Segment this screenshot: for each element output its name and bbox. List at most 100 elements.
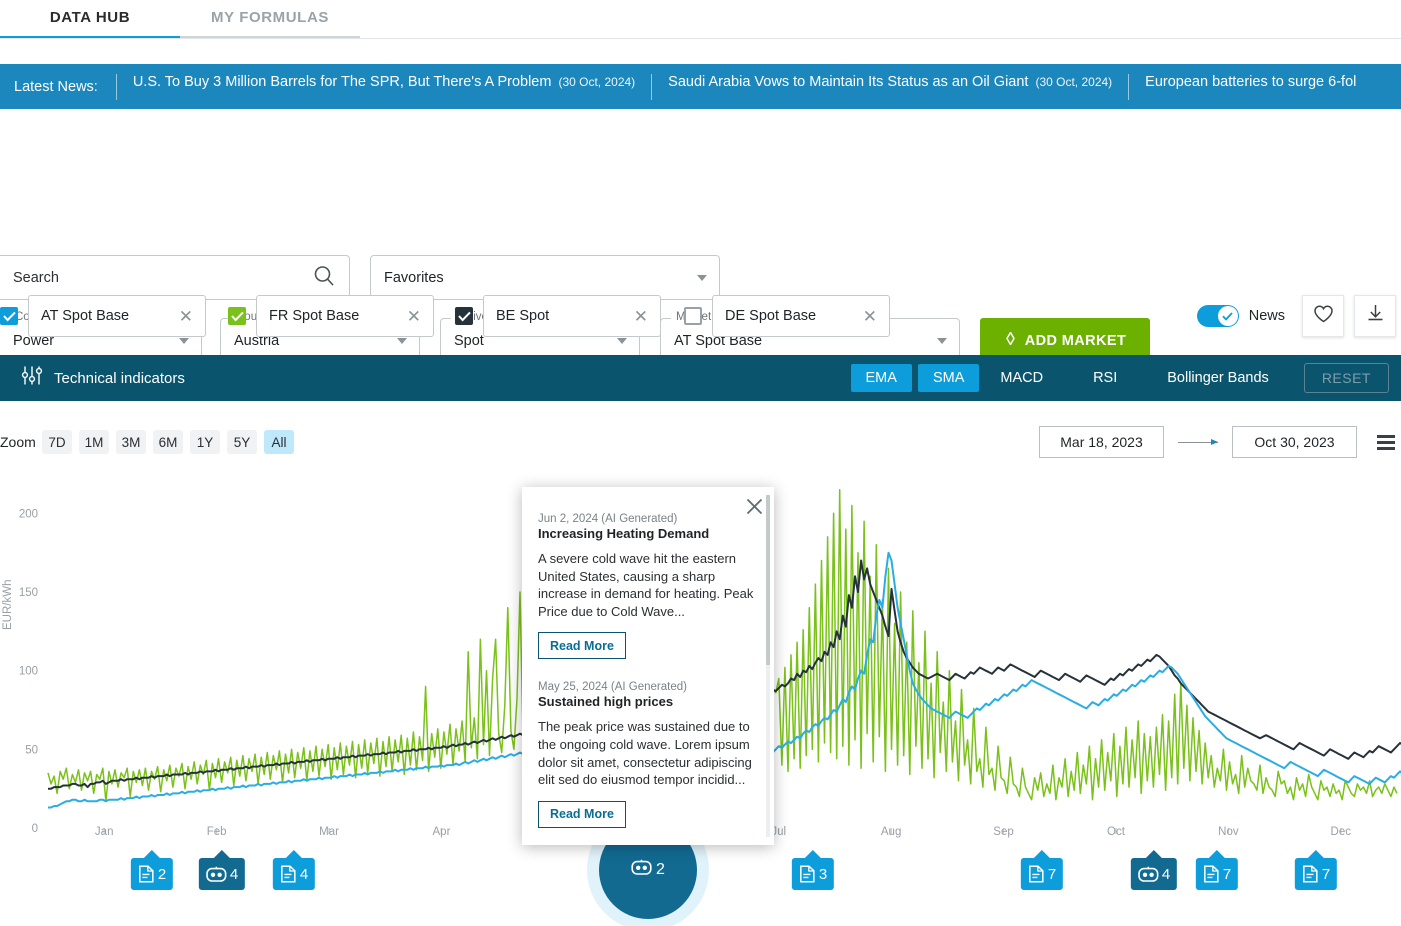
chart-x-tick-label: Aug xyxy=(880,826,902,838)
chip-label: FR Spot Base xyxy=(269,308,360,324)
indicator-ema[interactable]: EMA xyxy=(850,364,912,392)
chart-x-tick-label: Dec xyxy=(1330,826,1352,838)
chip-group-at: AT Spot Base ✕ xyxy=(0,290,206,342)
zoom-all[interactable]: All xyxy=(264,430,294,454)
checkbox-be-spot[interactable] xyxy=(455,307,473,325)
search-placeholder: Search xyxy=(13,269,59,286)
indicator-rsi[interactable]: RSI xyxy=(1078,364,1132,392)
annotation-badge-document[interactable]: 2 xyxy=(130,858,174,890)
news-toggle[interactable] xyxy=(1196,305,1239,327)
ai-robot-icon xyxy=(1138,866,1159,883)
chart-x-tick-label: Feb xyxy=(206,826,227,838)
chart-x-tick-label: Apr xyxy=(432,826,451,838)
news-popup-item: Jun 2, 2024 (AI Generated) Increasing He… xyxy=(538,513,756,660)
document-icon xyxy=(1028,865,1045,883)
reset-indicators-button[interactable]: RESET xyxy=(1303,363,1389,393)
ticker-item-title: U.S. To Buy 3 Million Barrels for The SP… xyxy=(132,73,552,90)
news-item-body: The peak price was sustained due to the … xyxy=(538,719,752,788)
checkbox-at-spot-base[interactable] xyxy=(0,307,18,325)
favorites-value: Favorites xyxy=(384,269,444,286)
menu-line xyxy=(1377,446,1395,450)
chart-zoom-row: Zoom 7D 1M 3M 6M 1Y 5Y All Mar 18, 2023 … xyxy=(0,418,1401,466)
annotation-badge-ai[interactable]: 4 xyxy=(1130,858,1178,890)
tab-my-formulas[interactable]: MY FORMULAS xyxy=(180,0,360,36)
chevron-down-icon xyxy=(697,274,707,281)
toggle-knob xyxy=(1217,306,1238,326)
ai-robot-icon xyxy=(206,866,227,883)
annotation-count: 4 xyxy=(1161,865,1171,883)
read-more-button[interactable]: Read More xyxy=(538,632,626,660)
document-icon xyxy=(799,865,816,883)
indicator-bollinger-bands[interactable]: Bollinger Bands xyxy=(1152,364,1284,392)
close-icon[interactable]: ✕ xyxy=(179,308,193,325)
read-more-button[interactable]: Read More xyxy=(538,800,626,828)
search-icon xyxy=(313,264,335,291)
ticker-item[interactable]: European batteries to surge 6-fol xyxy=(1128,73,1372,100)
chart-menu-button[interactable] xyxy=(1371,427,1401,457)
annotation-count: 7 xyxy=(1321,865,1331,883)
ticker-item[interactable]: Saudi Arabia Vows to Maintain Its Status… xyxy=(651,73,1128,100)
zoom-1m[interactable]: 1M xyxy=(79,430,109,454)
close-icon[interactable]: ✕ xyxy=(634,308,648,325)
ticker-item[interactable]: U.S. To Buy 3 Million Barrels for The SP… xyxy=(115,73,651,100)
ticker-items: U.S. To Buy 3 Million Barrels for The SP… xyxy=(115,73,1373,100)
annotation-badge-document[interactable]: 7 xyxy=(1195,858,1239,890)
ticker-item-date: (30 Oct, 2024) xyxy=(1035,74,1113,89)
tab-data-hub[interactable]: DATA HUB xyxy=(0,0,180,36)
annotation-count: 7 xyxy=(1047,865,1057,883)
chart-x-tick-label: Mar xyxy=(319,826,339,838)
annotation-badge-ai[interactable]: 4 xyxy=(198,858,246,890)
chart-annotation-badges: 2 4 4 2 3 7 4 7 7 xyxy=(0,809,1401,926)
favorite-button[interactable] xyxy=(1302,295,1344,337)
technical-indicators-title: Technical indicators xyxy=(54,369,185,387)
indicator-macd[interactable]: MACD xyxy=(985,364,1058,392)
annotation-badge-document[interactable]: 4 xyxy=(272,858,316,890)
news-item-title: Sustained high prices xyxy=(538,694,674,710)
ticker-item-title: European batteries to surge 6-fol xyxy=(1145,73,1357,90)
heart-icon xyxy=(1313,304,1334,329)
news-toggle-wrap: News xyxy=(1196,290,1285,342)
close-icon[interactable]: ✕ xyxy=(407,308,421,325)
ticker-item-date: (30 Oct, 2024) xyxy=(558,74,636,89)
checkbox-de-spot-base[interactable] xyxy=(684,307,702,325)
news-item-body: A severe cold wave hit the eastern Unite… xyxy=(538,551,754,619)
indicator-sma[interactable]: SMA xyxy=(917,364,980,392)
news-popup[interactable]: Jun 2, 2024 (AI Generated) Increasing He… xyxy=(522,487,774,845)
news-toggle-label: News xyxy=(1248,308,1285,324)
chip-group-fr: FR Spot Base ✕ xyxy=(228,290,434,342)
annotation-badge-document[interactable]: 7 xyxy=(1294,858,1338,890)
app-root: DATA HUB MY FORMULAS Latest News: U.S. T… xyxy=(0,0,1401,926)
popup-scrollbar-thumb[interactable] xyxy=(766,495,770,665)
date-to-input[interactable]: Oct 30, 2023 xyxy=(1232,426,1357,458)
zoom-3m[interactable]: 3M xyxy=(116,430,146,454)
ai-robot-icon xyxy=(631,859,652,881)
annotation-badge-document[interactable]: 3 xyxy=(791,858,835,890)
ticker-label: Latest News: xyxy=(0,78,116,95)
annotation-badge-document[interactable]: 7 xyxy=(1020,858,1064,890)
chip-at-spot-base[interactable]: AT Spot Base ✕ xyxy=(28,295,206,337)
download-button[interactable] xyxy=(1354,295,1396,337)
chip-de-spot-base[interactable]: DE Spot Base ✕ xyxy=(712,295,890,337)
chip-label: DE Spot Base xyxy=(725,308,817,324)
zoom-1y[interactable]: 1Y xyxy=(190,430,220,454)
zoom-5y[interactable]: 5Y xyxy=(227,430,257,454)
news-item-title: Increasing Heating Demand xyxy=(538,526,710,541)
chip-label: BE Spot xyxy=(496,308,550,324)
close-icon[interactable]: ✕ xyxy=(863,308,877,325)
chip-fr-spot-base[interactable]: FR Spot Base ✕ xyxy=(256,295,434,337)
chip-group-be: BE Spot ✕ xyxy=(455,290,661,342)
chip-be-spot[interactable]: BE Spot ✕ xyxy=(483,295,661,337)
checkbox-fr-spot-base[interactable] xyxy=(228,307,246,325)
chart-y-tick-label: 150 xyxy=(19,587,38,599)
zoom-6m[interactable]: 6M xyxy=(153,430,183,454)
zoom-7d[interactable]: 7D xyxy=(42,430,72,454)
chip-group-de: DE Spot Base ✕ xyxy=(684,290,890,342)
top-tab-bar: DATA HUB MY FORMULAS xyxy=(0,0,1401,39)
chart-y-tick-label: 200 xyxy=(19,508,38,520)
chart-x-tick-label: Sep xyxy=(993,826,1014,838)
date-from-input[interactable]: Mar 18, 2023 xyxy=(1039,426,1164,458)
news-popup-content: Jun 2, 2024 (AI Generated) Increasing He… xyxy=(522,487,774,845)
close-icon[interactable] xyxy=(743,495,765,517)
news-ticker: Latest News: U.S. To Buy 3 Million Barre… xyxy=(0,64,1401,109)
annotation-count: 7 xyxy=(1222,865,1232,883)
